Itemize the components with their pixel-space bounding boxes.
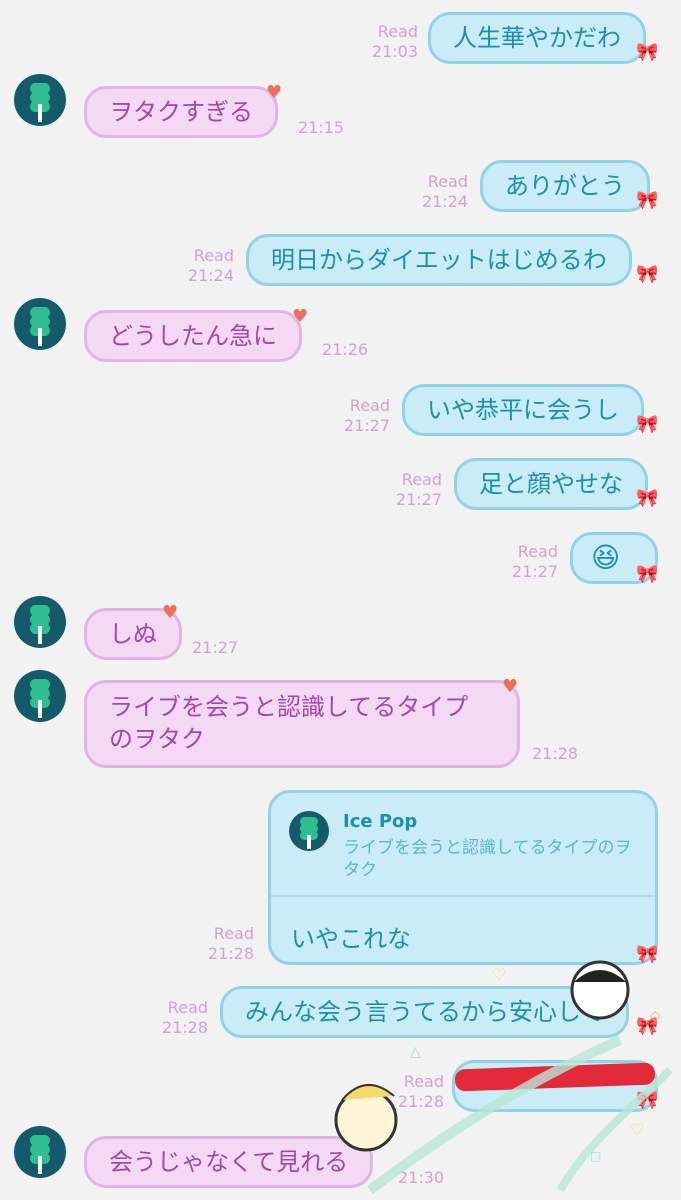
message-bubble-incoming[interactable]: ライブを会うと認識してるタイプ のヲタク — [84, 680, 520, 768]
reply-bubble-outgoing[interactable]: Ice Pop ライブを会うと認識してるタイプのヲタク いやこれな — [268, 790, 658, 965]
quoted-sender-name: Ice Pop — [343, 811, 418, 832]
read-status: Read 21:27 — [395, 470, 442, 509]
message-text: ライブを会うと認識してるタイプ — [109, 693, 469, 721]
svg-text:□: □ — [590, 1149, 601, 1163]
message-text: 明日からダイエットはじめるわ — [271, 246, 607, 274]
message-bubble-outgoing[interactable]: 明日からダイエットはじめるわ — [246, 234, 632, 286]
message-text: どうしたん急に — [109, 322, 277, 350]
ribbon-icon: 🎀 — [636, 414, 659, 435]
theme-background-art: ♡ ♡ △ ◇ □ — [334, 960, 673, 1195]
ribbon-icon: 🎀 — [636, 190, 659, 211]
read-status: Read 21:28 — [161, 998, 208, 1037]
read-status: Read 21:24 — [187, 246, 234, 285]
timestamp: 21:15 — [298, 118, 345, 137]
timestamp: 21:26 — [322, 340, 369, 359]
svg-text:△: △ — [410, 1044, 421, 1060]
message-text: ありがとう — [505, 172, 625, 200]
message-text: 人生華やかだわ — [453, 24, 621, 52]
ribbon-icon: 🎀 — [636, 264, 659, 285]
svg-text:♡: ♡ — [630, 1120, 644, 1139]
read-status: Read 21:24 — [421, 172, 468, 211]
message-text: いやこれな — [291, 925, 411, 953]
message-bubble-incoming[interactable]: ヲタクすぎる — [84, 86, 278, 138]
message-text: 会うじゃなくて見れる — [109, 1148, 349, 1176]
heart-icon: ♥ — [502, 676, 519, 697]
heart-icon: ♥ — [266, 82, 283, 103]
ribbon-icon: 🎀 — [636, 564, 659, 585]
message-bubble-outgoing[interactable]: 人生華やかだわ — [428, 12, 646, 64]
heart-icon: ♥ — [162, 602, 179, 623]
read-status: Read 21:27 — [511, 542, 558, 581]
read-status: Read 21:28 — [207, 924, 254, 963]
heart-icon: ♥ — [292, 306, 309, 327]
divider — [271, 895, 655, 897]
timestamp: 21:27 — [192, 638, 239, 657]
message-bubble-outgoing[interactable]: 足と顔やせな — [454, 458, 648, 510]
message-text: 足と顔やせな — [479, 470, 623, 498]
ribbon-icon: 🎀 — [636, 488, 659, 509]
avatar[interactable] — [14, 74, 66, 126]
avatar[interactable] — [14, 596, 66, 648]
timestamp: 21:28 — [532, 744, 579, 763]
message-text: ヲタクすぎる — [109, 98, 253, 126]
read-status: Read 21:03 — [371, 22, 418, 61]
message-text: いや恭平に会うし — [427, 396, 619, 424]
read-status: Read 21:27 — [343, 396, 390, 435]
svg-text:◇: ◇ — [650, 1008, 661, 1024]
message-text: のヲタク — [109, 725, 205, 753]
message-bubble-outgoing[interactable]: ありがとう — [480, 160, 650, 212]
svg-text:♡: ♡ — [492, 965, 506, 984]
ribbon-icon: 🎀 — [636, 42, 659, 63]
message-bubble-incoming[interactable]: どうしたん急に — [84, 310, 302, 362]
quoted-message-text: ライブを会うと認識してるタイプのヲタク — [343, 838, 632, 880]
message-text: しぬ — [109, 620, 157, 648]
avatar[interactable] — [14, 670, 66, 722]
message-bubble-outgoing[interactable]: いや恭平に会うし — [402, 384, 644, 436]
avatar[interactable] — [14, 298, 66, 350]
avatar[interactable] — [14, 1126, 66, 1178]
laughing-emoji: 😆 — [591, 541, 621, 574]
quoted-avatar — [289, 811, 329, 851]
